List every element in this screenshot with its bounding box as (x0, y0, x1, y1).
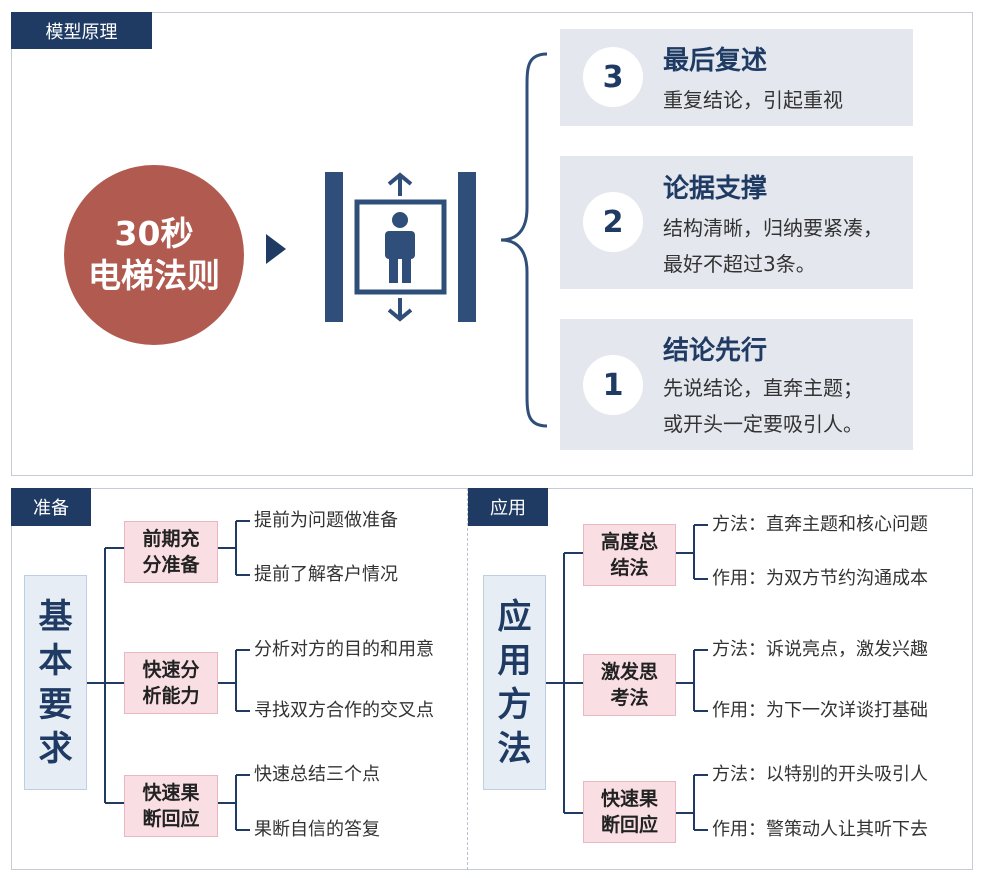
apply-root-char-2: 用 (497, 640, 532, 681)
apply-leaf-3-2: 作用：警策动人让其听下去 (712, 819, 928, 840)
prep-group-1-line-2: 分准备 (142, 554, 200, 576)
prep-group-2-line-1: 快速分 (142, 659, 200, 681)
apply-group-2-line-2: 考法 (610, 687, 649, 709)
apply-group-1-line-2: 结法 (610, 557, 649, 579)
prep-group-3-line-2: 断回应 (142, 808, 200, 830)
apply-leaf-1-1: 方法：直奔主题和核心问题 (712, 514, 928, 535)
apply-group-2: 激发思 考法 (583, 654, 676, 716)
prep-leaf-2-2: 寻找双方合作的交叉点 (254, 700, 434, 721)
apply-leaf-2-1: 方法：诉说亮点，激发兴趣 (712, 639, 928, 660)
apply-group-2-line-1: 激发思 (600, 661, 658, 683)
apply-root-char-1: 应 (497, 596, 532, 637)
apply-group-1-line-1: 高度总 (600, 531, 658, 553)
prep-group-2: 快速分 析能力 (124, 652, 218, 714)
prep-leaf-2-1: 分析对方的目的和用意 (254, 639, 434, 660)
apply-group-3-line-1: 快速果 (600, 788, 658, 810)
prep-group-2-line-2: 析能力 (142, 685, 200, 707)
apply-leaf-2-2: 作用：为下一次详谈打基础 (712, 700, 928, 721)
prep-leaf-1-2: 提前了解客户情况 (254, 564, 398, 585)
apply-group-1: 高度总 结法 (583, 524, 676, 586)
apply-group-3: 快速果 断回应 (583, 781, 676, 843)
prep-root-char-2: 本 (38, 640, 73, 681)
apply-group-3-line-2: 断回应 (600, 814, 658, 836)
prep-root-char-1: 基 (38, 596, 73, 637)
prep-leaf-3-2: 果断自信的答复 (254, 819, 380, 840)
prep-root-char-4: 求 (38, 728, 73, 769)
prep-leaf-1-1: 提前为问题做准备 (254, 510, 398, 531)
apply-root-char-3: 方 (497, 684, 532, 725)
apply-root-char-4: 法 (497, 728, 532, 769)
prep-group-3-line-1: 快速果 (142, 782, 200, 804)
prep-group-3: 快速果 断回应 (124, 775, 218, 837)
prep-root-char-3: 要 (38, 684, 73, 725)
apply-leaf-3-1: 方法：以特别的开头吸引人 (712, 764, 928, 785)
prep-group-1: 前期充 分准备 (124, 521, 218, 583)
apply-tag: 应用 (468, 488, 548, 526)
prep-tag: 准备 (11, 488, 91, 526)
prep-group-1-line-1: 前期充 (142, 528, 200, 550)
prep-leaf-3-1: 快速总结三个点 (254, 764, 380, 785)
prep-root: 基 本 要 求 (24, 575, 87, 790)
apply-root: 应 用 方 法 (483, 575, 546, 790)
apply-leaf-1-2: 作用：为双方节约沟通成本 (712, 568, 928, 589)
